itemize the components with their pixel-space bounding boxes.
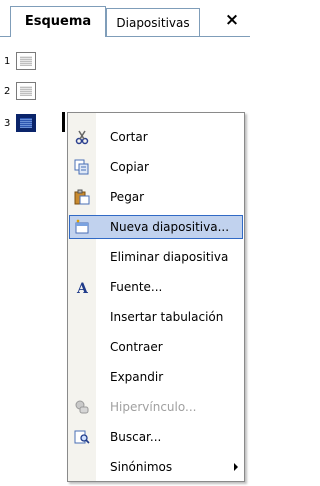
font-icon: A xyxy=(72,278,92,296)
menu-item-label: Insertar tabulación xyxy=(110,310,224,324)
menu-item-eliminar-diapositiva[interactable]: Eliminar diapositiva xyxy=(68,245,244,269)
menu-item-label: Copiar xyxy=(110,160,149,174)
menu-item-label: Fuente... xyxy=(110,280,163,294)
tab-diapositivas[interactable]: Diapositivas xyxy=(106,8,200,36)
menu-item-contraer[interactable]: Contraer xyxy=(68,335,244,359)
menu-item-insertar-tabulacion[interactable]: Insertar tabulación xyxy=(68,305,244,329)
slide-thumbnail-icon[interactable] xyxy=(16,52,36,70)
context-menu: Cortar Copiar Pegar Nueva diapositiva...… xyxy=(67,112,245,482)
close-pane-button[interactable]: × xyxy=(222,10,242,30)
svg-text:A: A xyxy=(76,281,89,295)
hyperlink-icon xyxy=(72,398,92,416)
submenu-arrow-icon xyxy=(234,463,238,471)
menu-item-pegar[interactable]: Pegar xyxy=(68,185,244,209)
slide-number: 3 xyxy=(4,118,11,129)
slide-thumbnail-icon[interactable] xyxy=(16,114,36,132)
menu-item-expandir[interactable]: Expandir xyxy=(68,365,244,389)
copy-icon xyxy=(72,158,92,176)
menu-item-label: Sinónimos xyxy=(110,460,173,474)
menu-item-buscar[interactable]: Buscar... xyxy=(68,425,244,449)
slide-number: 1 xyxy=(4,56,11,67)
menu-item-copiar[interactable]: Copiar xyxy=(68,155,244,179)
menu-item-label: Cortar xyxy=(110,130,148,144)
menu-item-label: Nueva diapositiva... xyxy=(110,220,230,234)
slide-number: 2 xyxy=(4,86,11,97)
text-cursor xyxy=(62,112,65,132)
menu-item-fuente[interactable]: A Fuente... xyxy=(68,275,244,299)
menu-item-label: Hipervínculo... xyxy=(110,400,197,414)
menu-item-sinonimos[interactable]: Sinónimos xyxy=(68,455,244,479)
tab-esquema[interactable]: Esquema xyxy=(10,6,106,37)
scissors-icon xyxy=(72,128,92,146)
menu-item-hipervinculo: Hipervínculo... xyxy=(68,395,244,419)
slide-thumbnail-icon[interactable] xyxy=(16,82,36,100)
new-slide-icon xyxy=(72,218,92,236)
menu-item-label: Pegar xyxy=(110,190,145,204)
paste-icon xyxy=(72,188,92,206)
menu-item-cortar[interactable]: Cortar xyxy=(68,125,244,149)
menu-item-nueva-diapositiva[interactable]: Nueva diapositiva... xyxy=(68,215,244,239)
search-icon xyxy=(72,428,92,446)
outline-tab-strip: Esquema Diapositivas × xyxy=(0,0,250,38)
menu-item-label: Expandir xyxy=(110,370,164,384)
menu-item-label: Buscar... xyxy=(110,430,162,444)
menu-item-label: Eliminar diapositiva xyxy=(110,250,229,264)
menu-item-label: Contraer xyxy=(110,340,163,354)
